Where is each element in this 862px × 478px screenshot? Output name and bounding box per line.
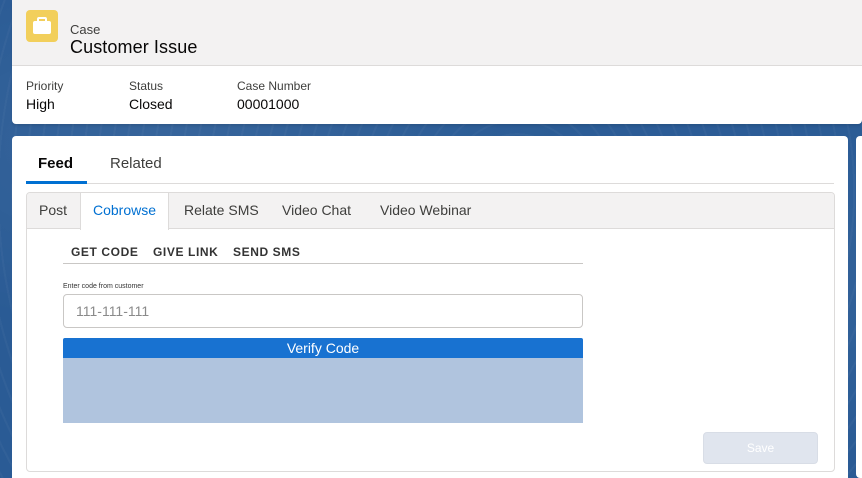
give-link-link[interactable]: GIVE LINK: [153, 245, 218, 259]
case-number-label: Case Number: [237, 79, 312, 93]
case-number-field: Case Number 00001000: [237, 79, 311, 112]
record-header: Case Customer Issue Priority High Status…: [12, 0, 862, 124]
briefcase-icon: [26, 10, 58, 42]
get-code-link[interactable]: GET CODE: [71, 245, 138, 259]
cobrowse-actions: GET CODE GIVE LINK SEND SMS: [63, 243, 583, 264]
verify-result-area: [63, 358, 583, 423]
priority-field: Priority High: [26, 79, 63, 112]
publisher-tab-cobrowse[interactable]: Cobrowse: [80, 193, 170, 230]
code-input[interactable]: [63, 294, 583, 328]
status-value: Closed: [129, 96, 173, 112]
send-sms-link[interactable]: SEND SMS: [233, 245, 300, 259]
record-tabs: Feed Related: [26, 136, 834, 184]
case-number-value: 00001000: [237, 96, 300, 112]
status-field: Status Closed: [129, 79, 173, 112]
publisher: Post Cobrowse Relate SMS Video Chat Vide…: [26, 192, 835, 472]
publisher-tab-video-webinar[interactable]: Video Webinar: [368, 193, 483, 229]
save-button[interactable]: Save: [703, 432, 818, 464]
publisher-tab-video-chat[interactable]: Video Chat: [270, 193, 363, 229]
object-type-label: Case: [70, 22, 101, 37]
priority-label: Priority: [26, 79, 64, 93]
adjacent-panel-edge: [856, 136, 862, 478]
publisher-tabs: Post Cobrowse Relate SMS Video Chat Vide…: [27, 193, 834, 230]
publisher-tab-post[interactable]: Post: [27, 193, 79, 229]
status-label: Status: [129, 79, 164, 93]
tab-related[interactable]: Related: [110, 155, 162, 172]
tab-feed[interactable]: Feed: [38, 155, 73, 172]
code-field-label: Enter code from customer: [63, 283, 144, 290]
active-tab-indicator: [26, 181, 87, 184]
priority-value: High: [26, 96, 55, 112]
publisher-tab-relate-sms[interactable]: Relate SMS: [172, 193, 271, 229]
record-header-title-bar: Case Customer Issue: [12, 0, 862, 66]
verify-code-button[interactable]: Verify Code: [63, 338, 583, 358]
feed-card: Feed Related Post Cobrowse Relate SMS Vi…: [12, 136, 848, 478]
record-title: Customer Issue: [70, 37, 198, 57]
